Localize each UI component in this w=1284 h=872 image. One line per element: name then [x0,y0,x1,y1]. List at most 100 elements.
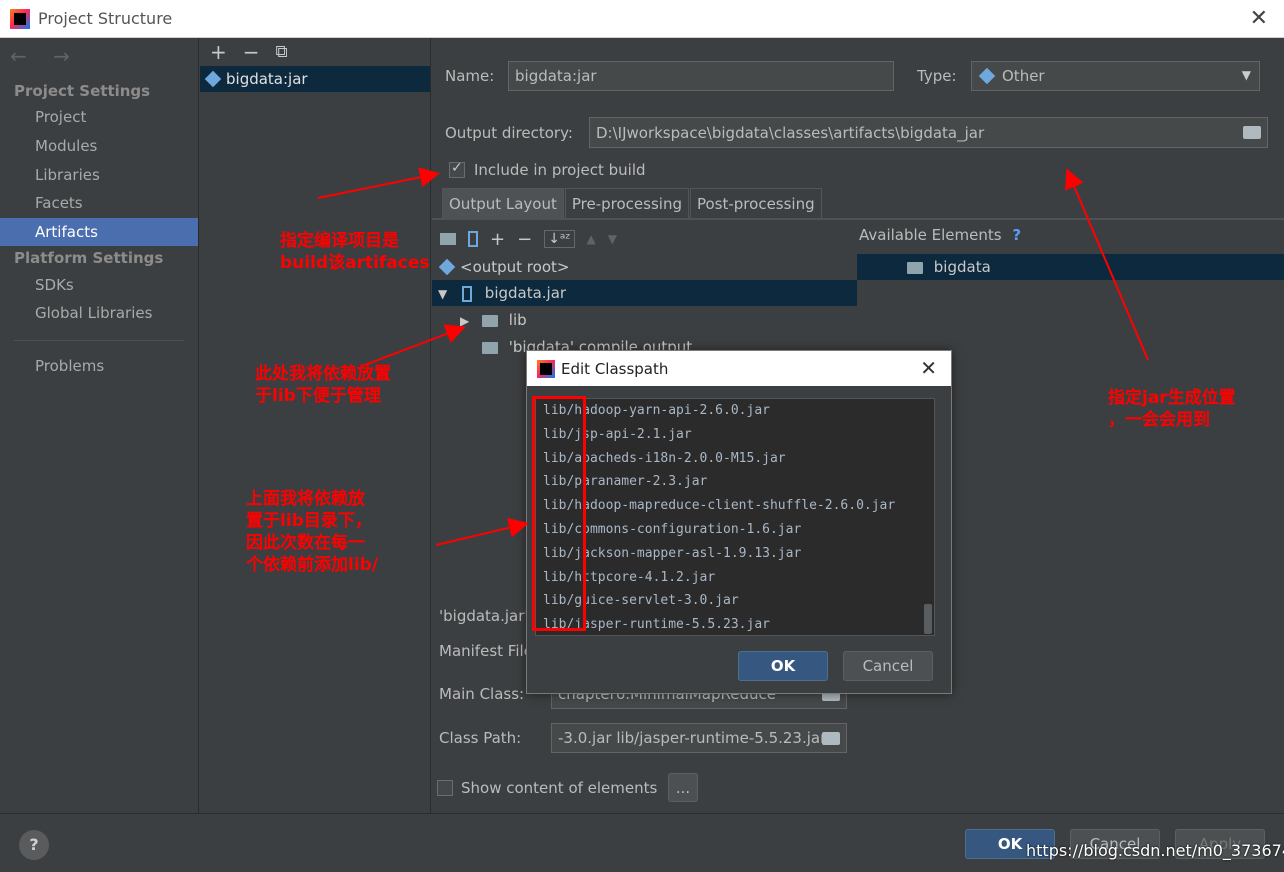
class-path-browse-icon[interactable] [822,732,840,745]
classpath-entry[interactable]: lib/guice-servlet-3.0.jar [536,589,934,613]
dialog-ok-button[interactable]: OK [738,651,828,681]
annotation-classpath-line: 置于lib目录下， [246,511,372,531]
manifest-file-label: Manifest File [439,642,533,660]
tree-output-root[interactable]: <output root> [432,254,857,280]
classpath-entry[interactable]: lib/apacheds-i18n-2.0.0-M15.jar [536,447,934,471]
artifact-item-label: bigdata:jar [226,70,308,88]
include-in-build-checkbox[interactable] [449,160,465,178]
tree-lib-label: lib [508,311,527,329]
window-title: Project Structure [38,9,173,28]
expand-arrow-icon[interactable]: ▶ [460,314,469,328]
tab-post-processing[interactable]: Post-processing [689,188,822,218]
dialog-app-icon [537,359,555,378]
annotation-classpath-line: 上面我将依赖放 [246,489,365,509]
output-directory-input[interactable]: D:\IJworkspace\bigdata\classes\artifacts… [589,117,1268,148]
classpath-entry[interactable]: lib/jsp-api-2.1.jar [536,423,934,447]
sidebar-item-sdks[interactable]: SDKs [0,271,198,299]
ellipsis-button[interactable]: ... [668,773,698,802]
annotation-lib-line: 此处我将依赖放置 [255,364,391,384]
available-elements-label: Available Elements [859,226,1002,244]
edit-classpath-dialog: Edit Classpath ✕ lib/hadoop-yarn-api-2.6… [526,350,952,694]
dialog-close-icon[interactable]: ✕ [920,356,937,380]
classpath-list[interactable]: lib/hadoop-yarn-api-2.6.0.jar lib/jsp-ap… [535,398,935,636]
lib-prefix-highlight-box [532,396,586,631]
classpath-entry[interactable]: lib/jasper-runtime-5.5.23.jar [536,613,934,635]
classpath-scrollbar[interactable] [924,604,932,634]
annotation-build: 指定编译项目是 build该artifaces [280,230,430,274]
sidebar-item-artifacts[interactable]: Artifacts [0,218,198,246]
tab-pre-processing[interactable]: Pre-processing [564,188,689,218]
include-in-build-label: Include in project build [474,161,646,179]
sidebar-item-facets[interactable]: Facets [0,189,198,217]
sidebar-item-libraries[interactable]: Libraries [0,161,198,189]
artifact-list-toolbar: + − ⧉ [200,38,430,66]
create-archive-icon[interactable] [468,231,478,247]
classpath-entry[interactable]: lib/hadoop-mapreduce-client-shuffle-2.6.… [536,494,934,518]
classpath-entry[interactable]: lib/jackson-mapper-asl-1.9.13.jar [536,542,934,566]
folder-icon [482,314,499,327]
remove-artifact-icon[interactable]: − [243,40,260,64]
annotation-classpath-line: 因此次数在每一 [246,533,365,553]
annotation-build-line: 指定编译项目是 [280,231,399,251]
sidebar-item-project[interactable]: Project [0,103,198,131]
classpath-entry[interactable]: lib/hadoop-yarn-api-2.6.0.jar [536,399,934,423]
chevron-down-icon: ▼ [1241,68,1251,82]
dialog-cancel-button[interactable]: Cancel [843,651,933,681]
class-path-label: Class Path: [439,729,522,747]
annotation-lib-line: 于lib下便于管理 [255,386,381,406]
output-directory-value: D:\IJworkspace\bigdata\classes\artifacts… [596,123,985,142]
move-up-icon[interactable]: ▲ [587,232,596,246]
artifact-item-bigdata-jar[interactable]: bigdata:jar [200,66,430,92]
collapse-arrow-icon[interactable]: ▼ [438,287,447,301]
tree-bigdata-jar[interactable]: ▼ bigdata.jar [432,280,857,306]
annotation-jar-location-line: 指定jar生成位置 [1108,388,1236,408]
class-path-input[interactable]: -3.0.jar lib/jasper-runtime-5.5.23.jar [551,723,847,753]
annotation-build-line: build该artifaces [280,253,430,273]
class-path-value: -3.0.jar lib/jasper-runtime-5.5.23.jar [558,729,827,747]
browse-folder-icon[interactable] [1243,126,1261,139]
csdn-watermark: https://blog.csdn.net/m0_37367424 [1026,841,1284,860]
classpath-entry[interactable]: lib/paranamer-2.3.jar [536,470,934,494]
classpath-entry[interactable]: lib/httpcore-4.1.2.jar [536,566,934,590]
main-class-label: Main Class: [439,685,525,703]
nav-back-forward-icon[interactable]: ← → [10,44,80,68]
window-close-icon[interactable]: ✕ [1250,6,1268,31]
project-settings-header: Project Settings [14,82,151,100]
tree-bigdata-jar-label: bigdata.jar [484,284,567,302]
help-icon[interactable]: ? [19,830,49,860]
jar-icon [462,285,473,302]
sidebar-item-modules[interactable]: Modules [0,132,198,160]
available-item-bigdata[interactable]: bigdata [857,254,1284,280]
artifact-diamond-icon [204,70,222,88]
copy-artifact-icon[interactable]: ⧉ [276,42,288,62]
add-artifact-icon[interactable]: + [210,40,227,64]
type-select[interactable]: Other ▼ [971,61,1260,91]
tab-output-layout[interactable]: Output Layout [442,188,564,218]
classpath-entry[interactable]: lib/commons-configuration-1.6.jar [536,518,934,542]
type-label: Type: [917,67,957,85]
sidebar-item-problems[interactable]: Problems [0,352,198,380]
sort-elements-icon[interactable]: ↓ᵃᶻ [544,230,575,248]
remove-element-icon[interactable]: − [517,229,532,250]
available-help-icon[interactable]: ? [1012,226,1021,244]
show-content-label: Show content of elements [461,779,658,797]
module-folder-icon [907,261,923,274]
annotation-jar-location: 指定jar生成位置 ，一会会用到 [1108,387,1236,431]
sidebar-divider [14,340,184,341]
output-directory-label: Output directory: [445,124,573,142]
compile-output-icon [482,341,498,354]
create-directory-icon[interactable] [440,233,456,245]
artifact-list-panel: + − ⧉ bigdata:jar [200,38,431,813]
layout-tabs: Output Layout Pre-processing Post-proces… [442,188,823,218]
name-input[interactable]: bigdata:jar [508,61,894,91]
available-item-label: bigdata [933,258,991,276]
output-root-icon [438,258,456,276]
annotation-lib: 此处我将依赖放置 于lib下便于管理 [255,363,391,407]
window-titlebar: Project Structure ✕ [0,0,1284,38]
move-down-icon[interactable]: ▼ [608,232,617,246]
add-element-icon[interactable]: + [490,229,505,250]
show-content-checkbox[interactable] [437,780,453,796]
tree-lib-folder[interactable]: ▶ lib [432,307,857,333]
type-diamond-icon [978,67,996,85]
sidebar-item-global-libraries[interactable]: Global Libraries [0,299,198,327]
